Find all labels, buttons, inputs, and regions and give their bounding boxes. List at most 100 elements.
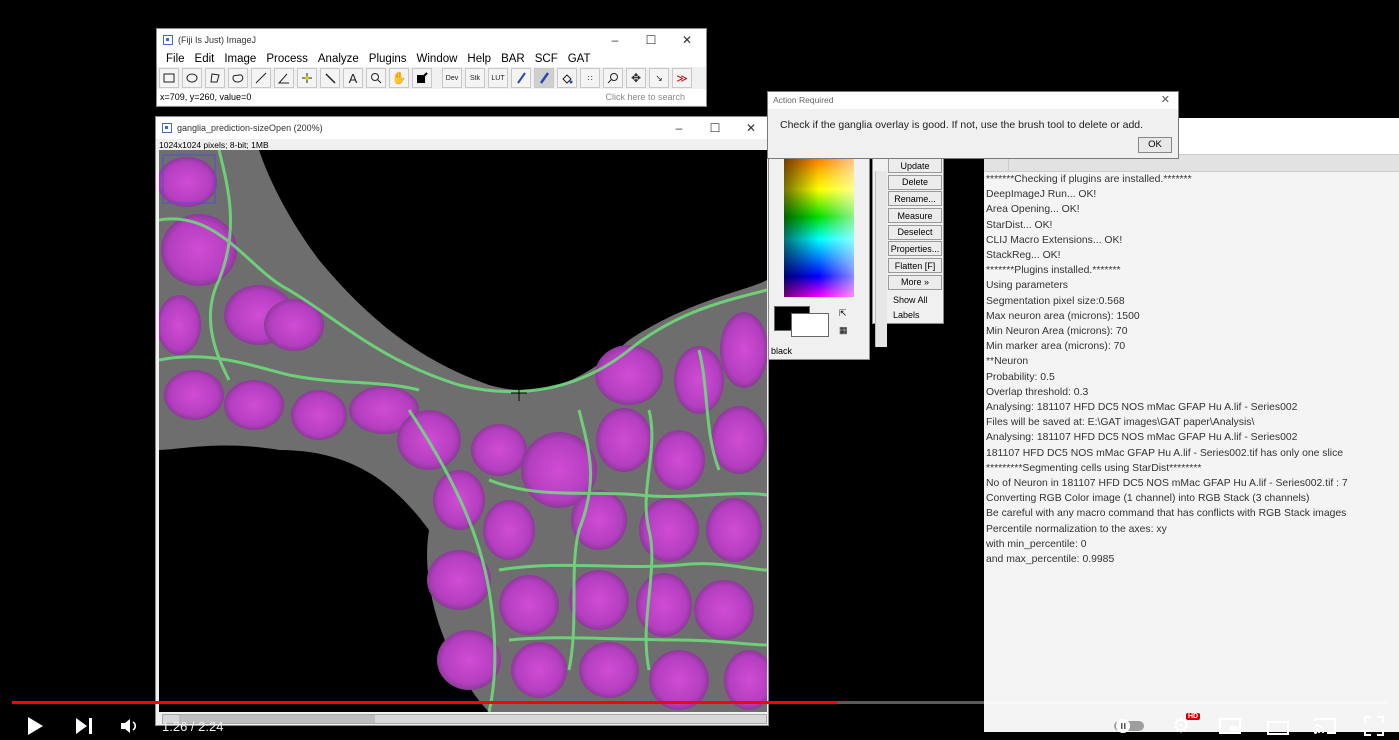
spray-tool-icon[interactable]: ∷ [580,68,600,88]
arrow-tool-icon[interactable]: ↘ [649,68,669,88]
menu-edit[interactable]: Edit [190,53,220,65]
deselect-button[interactable]: Deselect [888,224,942,240]
rect-tool-icon[interactable] [159,68,179,88]
log-line: Analysing: 181107 HFD DC5 NOS mMac GFAP … [986,432,1298,444]
image-titlebar[interactable]: ganglia_prediction-sizeOpen (200%) – ☐ ✕ [156,117,768,139]
dialog-message: Check if the ganglia overlay is good. If… [780,119,1144,131]
roi-manager-window: Update Delete Rename... Measure Deselect… [872,150,944,347]
image-maximize-icon[interactable]: ☐ [697,117,733,139]
flood-fill-tool-icon[interactable] [557,68,577,88]
text-tool-icon[interactable]: A [343,68,363,88]
log-line: *******Checking if plugins are installed… [986,174,1192,185]
next-icon[interactable] [74,716,94,740]
log-text-area: *******Checking if plugins are installed… [984,172,1399,732]
fullscreen-icon[interactable] [1364,716,1384,740]
magnifier-tool-icon[interactable] [366,68,386,88]
hand-tool-icon[interactable]: ✋ [389,68,409,88]
update-button[interactable]: Update [888,158,942,173]
menu-scf[interactable]: SCF [530,53,563,65]
move-tool-icon[interactable]: ✥ [626,68,646,88]
menu-window[interactable]: Window [412,53,463,65]
menu-plugins[interactable]: Plugins [364,53,412,65]
dialog-titlebar[interactable]: Action Required ✕ [768,92,1178,109]
video-time: 1:26 / 2:24 [162,719,224,734]
image-canvas[interactable] [159,150,767,712]
stk-tool-icon[interactable]: Stk [465,68,485,88]
image-window: ganglia_prediction-sizeOpen (200%) – ☐ ✕… [155,116,769,726]
image-close-icon[interactable]: ✕ [733,117,769,139]
delete-button[interactable]: Delete [888,174,942,190]
log-line: Overlap threshold: 0.3 [986,386,1089,398]
dev-tool-icon[interactable]: Dev [442,68,462,88]
menu-process[interactable]: Process [261,53,313,65]
measure-button[interactable]: Measure [888,208,942,224]
flatten-button[interactable]: Flatten [F] [888,258,942,274]
menu-analyze[interactable]: Analyze [313,53,364,65]
color-picker-tool-icon[interactable] [412,68,432,88]
log-line: 181107 HFD DC5 NOS mMac GFAP Hu A.lif - … [986,447,1344,459]
lut-tool-icon[interactable]: LUT [488,68,508,88]
log-line: **Neuron [986,356,1029,368]
image-minimize-icon[interactable]: – [661,117,697,139]
fiji-menubar: File Edit Image Process Analyze Plugins … [157,51,706,67]
roi-list-scrollbar[interactable] [875,171,887,347]
wand-tool-icon[interactable] [320,68,340,88]
close-icon[interactable]: ✕ [669,29,705,51]
log-line: Using parameters [986,280,1069,292]
log-line: StackReg... OK! [986,250,1061,262]
menu-gat[interactable]: GAT [563,53,596,65]
miniplayer-icon[interactable] [1219,718,1241,738]
autoplay-toggle-icon[interactable] [1113,718,1147,738]
menu-file[interactable]: File [161,53,190,65]
micrograph [159,150,767,712]
log-line: Converting RGB Color image (1 channel) i… [986,493,1310,505]
menu-bar[interactable]: BAR [496,53,530,65]
color-palette[interactable] [784,159,854,297]
point-tool-icon[interactable] [297,68,317,88]
show-all-checkbox[interactable]: Show All [888,295,942,305]
more-tools-icon[interactable]: ≫ [672,68,692,88]
polygon-tool-icon[interactable] [205,68,225,88]
pencil-tool-icon[interactable] [511,68,531,88]
cast-icon[interactable] [1313,717,1337,739]
maximize-icon[interactable]: ☐ [633,29,669,51]
log-line: Area Opening... OK! [986,204,1080,216]
log-line: with min_percentile: 0 [986,538,1087,550]
theater-mode-icon[interactable] [1267,719,1289,739]
rename-button[interactable]: Rename... [888,191,942,207]
line-tool-icon[interactable] [251,68,271,88]
image-hscrollbar[interactable] [162,714,767,724]
roi-buttons: Update Delete Rename... Measure Deselect… [888,158,942,320]
oval-tool-icon[interactable] [182,68,202,88]
log-line: Max neuron area (microns): 1500 [986,310,1140,322]
fiji-toolbar: A ✋ Dev Stk LUT ∷ ✥ ↘ ≫ [157,67,706,89]
log-line: Files will be saved at: E:\GAT images\GA… [986,417,1255,429]
minimize-icon[interactable]: – [597,29,633,51]
fiji-logo-icon [163,35,173,45]
log-line: Min Neuron Area (microns): 70 [986,326,1128,338]
labels-checkbox[interactable]: Labels [888,310,942,320]
background-color-swatch[interactable] [791,313,829,337]
freehand-tool-icon[interactable] [228,68,248,88]
log-line: No of Neuron in 181107 HFD DC5 NOS mMac … [986,478,1348,490]
image-title: ganglia_prediction-sizeOpen (200%) [177,123,323,133]
zoom-tool-icon[interactable] [603,68,623,88]
search-field[interactable]: Click here to search [605,92,685,102]
volume-icon[interactable] [120,716,140,740]
swap-colors-icon[interactable]: ⇱ [839,308,847,319]
reset-colors-icon[interactable]: ▦ [839,325,848,336]
video-progress-bar[interactable] [12,701,1387,704]
play-icon[interactable] [26,716,44,740]
fiji-titlebar[interactable]: (Fiji Is Just) ImageJ – ☐ ✕ [157,29,706,51]
more-button[interactable]: More » [888,274,942,290]
dialog-ok-button[interactable]: OK [1138,137,1172,153]
brush-tool-icon[interactable] [534,68,554,88]
dialog-close-icon[interactable]: ✕ [1161,92,1170,109]
log-line: and max_percentile: 0.9985 [986,554,1115,566]
angle-tool-icon[interactable] [274,68,294,88]
hd-badge: HD [1186,713,1201,720]
color-picker-window: ⇱ ▦ black [768,150,870,360]
menu-image[interactable]: Image [219,53,261,65]
properties-button[interactable]: Properties... [888,241,942,257]
menu-help[interactable]: Help [462,53,496,65]
